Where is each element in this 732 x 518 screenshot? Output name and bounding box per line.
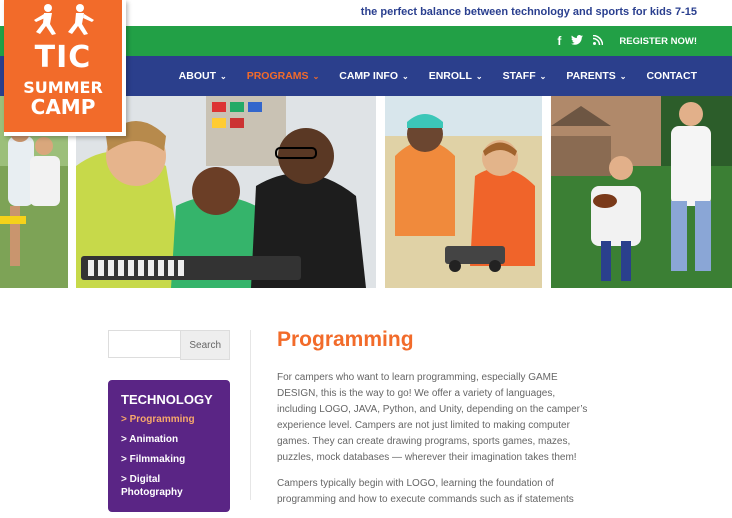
twitter-icon[interactable] [571,35,584,47]
nav-label: STAFF [502,70,536,82]
main-nav: ABOUT ⌄ PROGRAMS ⌄ CAMP INFO ⌄ ENROLL ⌄ STAF… [179,56,697,96]
nav-label: CAMP INFO [339,70,398,82]
photo-football [551,96,732,288]
tic-summer-camp-logo[interactable]: TIC SUMMER CAMP [4,0,126,136]
chevron-down-icon: ⌄ [220,71,227,81]
nav-label: ENROLL [428,70,472,82]
nav-item-parents[interactable]: PARENTS ⌄ [566,70,626,82]
social-links: f REGISTER NOW! [557,26,697,56]
register-now-link[interactable]: REGISTER NOW! [619,36,697,47]
logo-summer-text: SUMMER [23,78,103,97]
logo-camp-text: CAMP [30,95,96,119]
sidebar-link-filmmaking[interactable]: > Filmmaking [121,453,218,466]
nav-item-about[interactable]: ABOUT ⌄ [179,70,227,82]
photo-robot-building [385,96,542,288]
chevron-down-icon: ⌄ [539,71,547,81]
chevron-down-icon: ⌄ [402,71,409,81]
running-kids-icon [34,4,94,35]
page-title: Programming [277,328,414,351]
content-paragraph: Campers typically begin with LOGO, learn… [277,478,574,505]
main-content: Programming For campers who want to lear… [277,328,595,518]
technology-menu: TECHNOLOGY > Programming > Animation > F… [108,380,230,512]
nav-label: CONTACT [646,70,697,82]
nav-item-camp-info[interactable]: CAMP INFO ⌄ [339,70,408,82]
nav-item-staff[interactable]: STAFF ⌄ [503,70,547,82]
sidebar-link-programming[interactable]: > Programming [121,413,218,426]
search-button[interactable]: Search [180,330,230,360]
nav-label: ABOUT [178,70,217,82]
chevron-down-icon: ⌄ [312,71,320,81]
content-paragraph: For campers who want to learn programmin… [277,372,588,463]
nav-item-contact[interactable]: CONTACT [646,70,697,82]
chevron-down-icon: ⌄ [619,71,627,81]
rss-icon[interactable] [593,34,604,47]
facebook-icon[interactable]: f [557,35,561,47]
nav-label: PARENTS [566,70,616,82]
sidebar-link-animation[interactable]: > Animation [121,433,218,446]
search-input[interactable] [108,330,181,358]
nav-label: PROGRAMS [246,70,309,82]
chevron-down-icon: ⌄ [475,71,483,81]
search-form: Search [108,330,230,360]
nav-item-enroll[interactable]: ENROLL ⌄ [429,70,483,82]
sidebar-link-digital-photography[interactable]: > Digital Photography [121,473,218,499]
sidebar: Search TECHNOLOGY > Programming > Animat… [108,330,230,512]
column-divider [250,330,251,500]
technology-menu-title: TECHNOLOGY [121,392,213,407]
tagline: the perfect balance between technology a… [360,6,697,18]
nav-item-programs[interactable]: PROGRAMS ⌄ [247,70,320,82]
logo-tic-text: TIC [34,40,92,75]
